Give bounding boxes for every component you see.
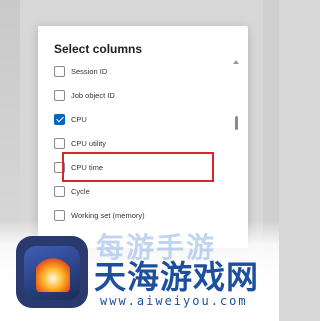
checkbox[interactable]: [54, 89, 65, 101]
column-item-cpu[interactable]: CPU: [54, 108, 214, 130]
checkbox-checked[interactable]: [54, 113, 65, 125]
column-label: CPU: [71, 114, 87, 124]
column-item-job-object-id[interactable]: Job object ID: [54, 84, 214, 106]
select-columns-dialog: Select columns Session ID Job object ID …: [38, 26, 248, 248]
column-label: CPU utility: [71, 138, 107, 148]
column-item-cpu-utility[interactable]: CPU utility: [54, 132, 214, 154]
column-item-cycle[interactable]: Cycle: [54, 180, 214, 202]
checkbox[interactable]: [54, 65, 65, 77]
watermark-url: www.aiweiyou.com: [100, 294, 248, 308]
scrollbar[interactable]: [235, 62, 238, 242]
flame-icon: [36, 258, 70, 292]
column-label: Job object ID: [71, 90, 115, 100]
column-item-session-id[interactable]: Session ID: [54, 60, 214, 82]
checkbox[interactable]: [54, 185, 65, 197]
column-label: Working set (memory): [71, 210, 145, 220]
checkbox[interactable]: [54, 209, 65, 221]
scrollbar-thumb[interactable]: [235, 116, 238, 130]
dialog-title: Select columns: [54, 42, 143, 56]
watermark-logo: [16, 236, 88, 308]
column-label: Cycle: [71, 186, 90, 196]
checkbox[interactable]: [54, 137, 65, 149]
highlight-box: [62, 152, 214, 182]
watermark-site-name: 天海游戏网: [94, 258, 260, 296]
column-label: Session ID: [71, 66, 108, 76]
